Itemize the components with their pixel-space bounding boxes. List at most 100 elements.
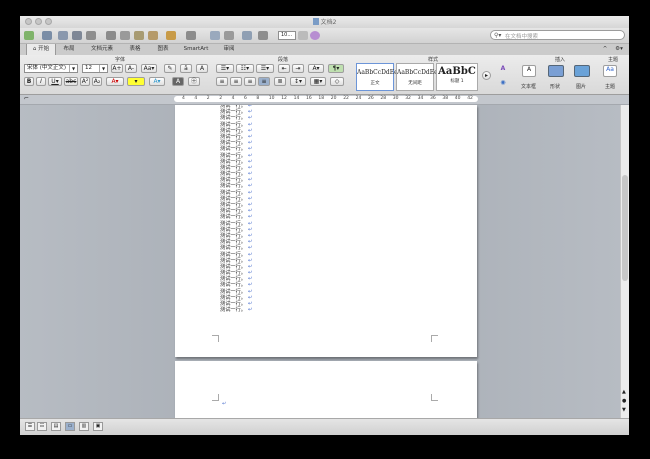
ribbon-options-icon[interactable]: ⚙▾ xyxy=(612,44,626,55)
sidebar-icon[interactable] xyxy=(242,31,252,40)
document-icon xyxy=(312,18,319,25)
tab-charts[interactable]: 图表 xyxy=(150,44,176,55)
outline-view-button[interactable]: ☷ xyxy=(37,422,47,431)
underline-button[interactable]: U▾ xyxy=(48,77,62,86)
font-name-select[interactable]: 宋体 (中文正文) ▼ xyxy=(24,64,78,73)
grow-font-button[interactable]: A+ xyxy=(111,64,123,73)
font-color-button[interactable]: A▾ xyxy=(106,77,124,86)
focus-view-button[interactable]: ▣ xyxy=(93,422,103,431)
open-icon[interactable] xyxy=(58,31,68,40)
previous-page-icon[interactable]: ▲ xyxy=(622,389,626,395)
character-border-button[interactable]: A xyxy=(196,64,208,73)
copy-icon[interactable] xyxy=(120,31,130,40)
search-box[interactable]: ⚲▾ 在文档中搜索 xyxy=(490,30,625,40)
tab-selector-icon[interactable]: ⌐ xyxy=(24,95,29,102)
bullets-button[interactable]: ☰▾ xyxy=(216,64,234,73)
character-shading-button[interactable]: A xyxy=(172,77,184,86)
browse-object-icon[interactable]: ● xyxy=(622,398,626,404)
tab-tables[interactable]: 表格 xyxy=(122,44,148,55)
shape-icon[interactable] xyxy=(548,65,564,77)
notebook-view-button[interactable]: ▥ xyxy=(79,422,89,431)
styles-more-icon[interactable]: ▸ xyxy=(482,71,491,80)
media-browser-icon[interactable] xyxy=(258,31,268,40)
page-2[interactable]: ↵ xyxy=(175,361,477,418)
shrink-font-button[interactable]: A- xyxy=(125,64,137,73)
align-right-button[interactable]: ≡ xyxy=(244,77,256,86)
align-center-button[interactable]: ≡ xyxy=(230,77,242,86)
show-paragraph-marks-button[interactable]: ¶▾ xyxy=(328,64,344,73)
style-normal[interactable]: AaBbCcDdEe 正文 xyxy=(356,63,398,91)
paragraph-mark: ↵ xyxy=(247,294,253,301)
vertical-scrollbar[interactable]: ▲ ● ▼ xyxy=(620,105,629,418)
superscript-button[interactable]: A² xyxy=(80,77,90,86)
group-paragraph-label: 段落 xyxy=(278,57,289,63)
text-effects-button[interactable]: A▾ xyxy=(149,77,165,86)
document-canvas[interactable]: 测试一行。 ↵ 测试一行。 ↵ 测试一行。 ↵ 测试一行。 ↵ 测试一行。 ↵ 测试一行。 ↵ 测试一行… xyxy=(20,105,620,418)
subscript-button[interactable]: A₂ xyxy=(92,77,102,86)
horizontal-ruler[interactable]: 4 4 2 2 4 6 8 10 12 14 16 18 20 22 24 26 28 30 32 34 36 38 40 4… xyxy=(174,96,478,102)
picture-icon[interactable] xyxy=(574,65,590,77)
style-heading-1[interactable]: AaBbC 标题 1 xyxy=(436,63,478,91)
print-layout-view-button[interactable]: ▭ xyxy=(65,422,75,431)
document-line-text: 测试一行。 xyxy=(220,189,246,196)
increase-indent-button[interactable]: ⇥ xyxy=(292,64,304,73)
theme-icon[interactable]: Aa xyxy=(603,65,617,77)
document-line-text: 测试一行。 xyxy=(220,164,246,171)
table-icon[interactable] xyxy=(224,31,234,40)
enclose-characters-icon[interactable]: ㊉ xyxy=(188,77,200,86)
undo-icon[interactable] xyxy=(166,31,176,40)
zoom-field[interactable]: 10... xyxy=(278,31,296,40)
borders-button[interactable]: ◇ xyxy=(330,77,344,86)
tab-layout[interactable]: 布局 xyxy=(56,44,82,55)
zoom-dropdown-icon[interactable] xyxy=(298,31,308,40)
home-icon: ⌂ xyxy=(32,46,37,52)
scrollbar-thumb[interactable] xyxy=(622,175,628,281)
style-no-spacing[interactable]: AaBbCcDdEe 无间距 xyxy=(396,63,438,91)
new-document-icon[interactable] xyxy=(24,31,34,40)
paste-icon[interactable] xyxy=(134,31,144,40)
shading-button[interactable]: ▦▾ xyxy=(310,77,326,86)
templates-icon[interactable] xyxy=(42,31,52,40)
show-formatting-icon[interactable] xyxy=(210,31,220,40)
multilevel-list-button[interactable]: ☰▾ xyxy=(256,64,274,73)
publishing-view-button[interactable]: ▤ xyxy=(51,422,61,431)
tab-document-elements[interactable]: 文档元素 xyxy=(84,44,120,55)
paragraph-mark: ↵ xyxy=(247,158,253,165)
italic-button[interactable]: I xyxy=(36,77,46,86)
redo-icon[interactable] xyxy=(186,31,196,40)
styles-pane-icon[interactable]: ◉ xyxy=(497,79,509,88)
tab-smartart[interactable]: SmartArt xyxy=(178,44,214,55)
font-size-select[interactable]: 12 ▼ xyxy=(82,64,108,73)
phonetic-guide-icon[interactable]: ā xyxy=(180,64,192,73)
print-icon[interactable] xyxy=(86,31,96,40)
clear-format-icon[interactable]: ✎ xyxy=(164,64,176,73)
distributed-button[interactable]: ≣ xyxy=(274,77,286,86)
style-set-icon[interactable]: A xyxy=(497,65,509,74)
cut-icon[interactable] xyxy=(106,31,116,40)
textbox-icon[interactable]: A xyxy=(522,65,536,77)
align-left-button[interactable]: ≡ xyxy=(216,77,228,86)
tab-home[interactable]: ⌂ 开始 xyxy=(26,44,56,55)
document-line[interactable]: 测试一行。 ↵ xyxy=(220,307,252,313)
document-lines[interactable]: 测试一行。 ↵ 测试一行。 ↵ 测试一行。 ↵ 测试一行。 ↵ 测试一行。 ↵ 测试一行。 ↵ 测试一行… xyxy=(220,105,252,313)
group-insert-label: 插入 xyxy=(555,57,566,63)
collapse-ribbon-icon[interactable]: ^ xyxy=(600,44,610,55)
save-icon[interactable] xyxy=(72,31,82,40)
highlight-button[interactable]: ▾ xyxy=(127,77,145,86)
justify-button[interactable]: ≡ xyxy=(258,77,270,86)
decrease-indent-button[interactable]: ⇤ xyxy=(278,64,290,73)
help-icon[interactable] xyxy=(310,31,320,40)
format-painter-icon[interactable] xyxy=(148,31,158,40)
strikethrough-button[interactable]: abc xyxy=(64,77,78,86)
numbering-button[interactable]: ☷▾ xyxy=(236,64,254,73)
next-page-icon[interactable]: ▼ xyxy=(622,407,626,413)
page-1[interactable]: 测试一行。 ↵ 测试一行。 ↵ 测试一行。 ↵ 测试一行。 ↵ 测试一行。 ↵ 测试一行。 ↵ 测试一行… xyxy=(175,105,477,357)
ruler-tick-label: 30 xyxy=(392,96,399,101)
change-case-button[interactable]: Aa▾ xyxy=(141,64,157,73)
sort-button[interactable]: A▾ xyxy=(308,64,324,73)
standard-toolbar: 10... ⚲▾ 在文档中搜索 xyxy=(20,28,629,43)
tab-review[interactable]: 审阅 xyxy=(216,44,242,55)
draft-view-button[interactable]: ☰ xyxy=(25,422,35,431)
bold-button[interactable]: B xyxy=(24,77,34,86)
line-spacing-button[interactable]: ↕▾ xyxy=(290,77,306,86)
